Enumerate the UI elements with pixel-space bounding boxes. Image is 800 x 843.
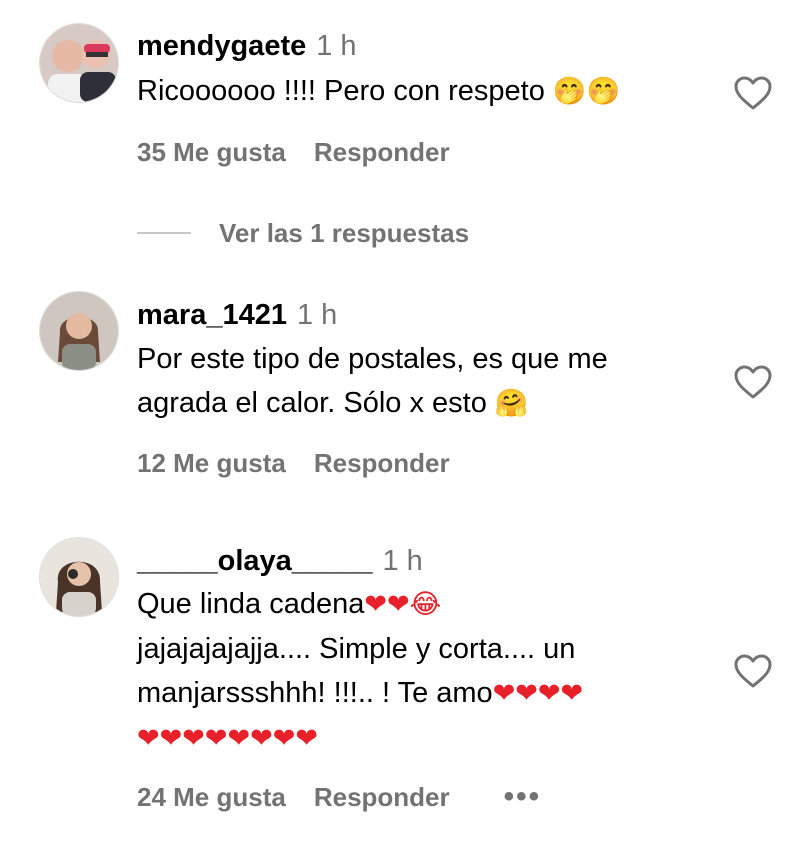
username[interactable]: mendygaete bbox=[137, 30, 306, 62]
more-options-icon[interactable]: ••• bbox=[504, 782, 542, 812]
avatar[interactable] bbox=[40, 538, 118, 616]
comment-text-line: manjarssshhh! !!!.. ! Te amo❤❤❤❤ bbox=[137, 671, 717, 716]
comment-text-line: ❤❤❤❤❤❤❤❤ bbox=[137, 716, 717, 761]
avatar[interactable] bbox=[40, 292, 118, 370]
username[interactable]: _____olaya_____ bbox=[137, 545, 372, 577]
comment-text: Que linda cadena❤❤😂 jajajajajajja.... Si… bbox=[137, 582, 717, 761]
likes-count[interactable]: 12 Me gusta bbox=[137, 448, 286, 478]
comment-text-segment: agrada el calor. Sólo x esto bbox=[137, 387, 495, 419]
comment-actions: 12 Me gusta Responder bbox=[137, 448, 450, 478]
heart-outline-icon[interactable] bbox=[733, 75, 773, 111]
heart-outline-icon[interactable] bbox=[733, 364, 773, 400]
reply-button[interactable]: Responder bbox=[314, 782, 450, 812]
username[interactable]: mara_1421 bbox=[137, 299, 287, 331]
avatar[interactable] bbox=[40, 24, 118, 102]
comment-text-line: Que linda cadena❤❤😂 bbox=[137, 582, 717, 627]
reply-button[interactable]: Responder bbox=[314, 137, 450, 167]
timestamp[interactable]: 1 h bbox=[316, 30, 356, 62]
hearts-emoji: ❤❤❤❤❤❤❤❤ bbox=[137, 723, 318, 754]
comment-text-line: jajajajajajja.... Simple y corta.... un bbox=[137, 633, 576, 665]
hearts-laughing-emoji: ❤❤😂 bbox=[364, 589, 442, 620]
comment-text-line: Ricoooooo !!!! Pero con respeto bbox=[137, 75, 553, 107]
reply-button[interactable]: Responder bbox=[314, 448, 450, 478]
timestamp[interactable]: 1 h bbox=[382, 545, 422, 577]
replies-divider bbox=[137, 232, 191, 234]
comment-text: Por este tipo de postales, es que me agr… bbox=[137, 337, 717, 426]
view-replies[interactable]: Ver las 1 respuestas bbox=[137, 216, 469, 250]
comment-actions: 35 Me gusta Responder bbox=[137, 137, 450, 167]
likes-count[interactable]: 24 Me gusta bbox=[137, 782, 286, 812]
timestamp[interactable]: 1 h bbox=[297, 299, 337, 331]
hearts-emoji: ❤❤❤❤ bbox=[492, 678, 584, 709]
comment-header: mara_1421 1 h bbox=[137, 298, 337, 332]
comment-header: mendygaete 1 h bbox=[137, 29, 357, 63]
view-replies-button[interactable]: Ver las 1 respuestas bbox=[219, 218, 469, 249]
comment-text-segment: manjarssshhh! !!!.. ! Te amo bbox=[137, 677, 493, 709]
hand-over-mouth-emoji: 🤭🤭 bbox=[552, 76, 621, 107]
comment-text: Ricoooooo !!!! Pero con respeto 🤭🤭 bbox=[137, 69, 717, 114]
comment-text-line: agrada el calor. Sólo x esto 🤗 bbox=[137, 381, 717, 426]
comment-text-segment: Que linda cadena bbox=[137, 588, 365, 620]
comment-actions: 24 Me gusta Responder ••• bbox=[137, 782, 542, 813]
hugging-face-emoji: 🤗 bbox=[494, 388, 529, 419]
likes-count[interactable]: 35 Me gusta bbox=[137, 137, 286, 167]
comment-header: _____olaya_____ 1 h bbox=[137, 544, 423, 578]
heart-outline-icon[interactable] bbox=[733, 653, 773, 689]
comment-text-line: Por este tipo de postales, es que me bbox=[137, 343, 608, 375]
